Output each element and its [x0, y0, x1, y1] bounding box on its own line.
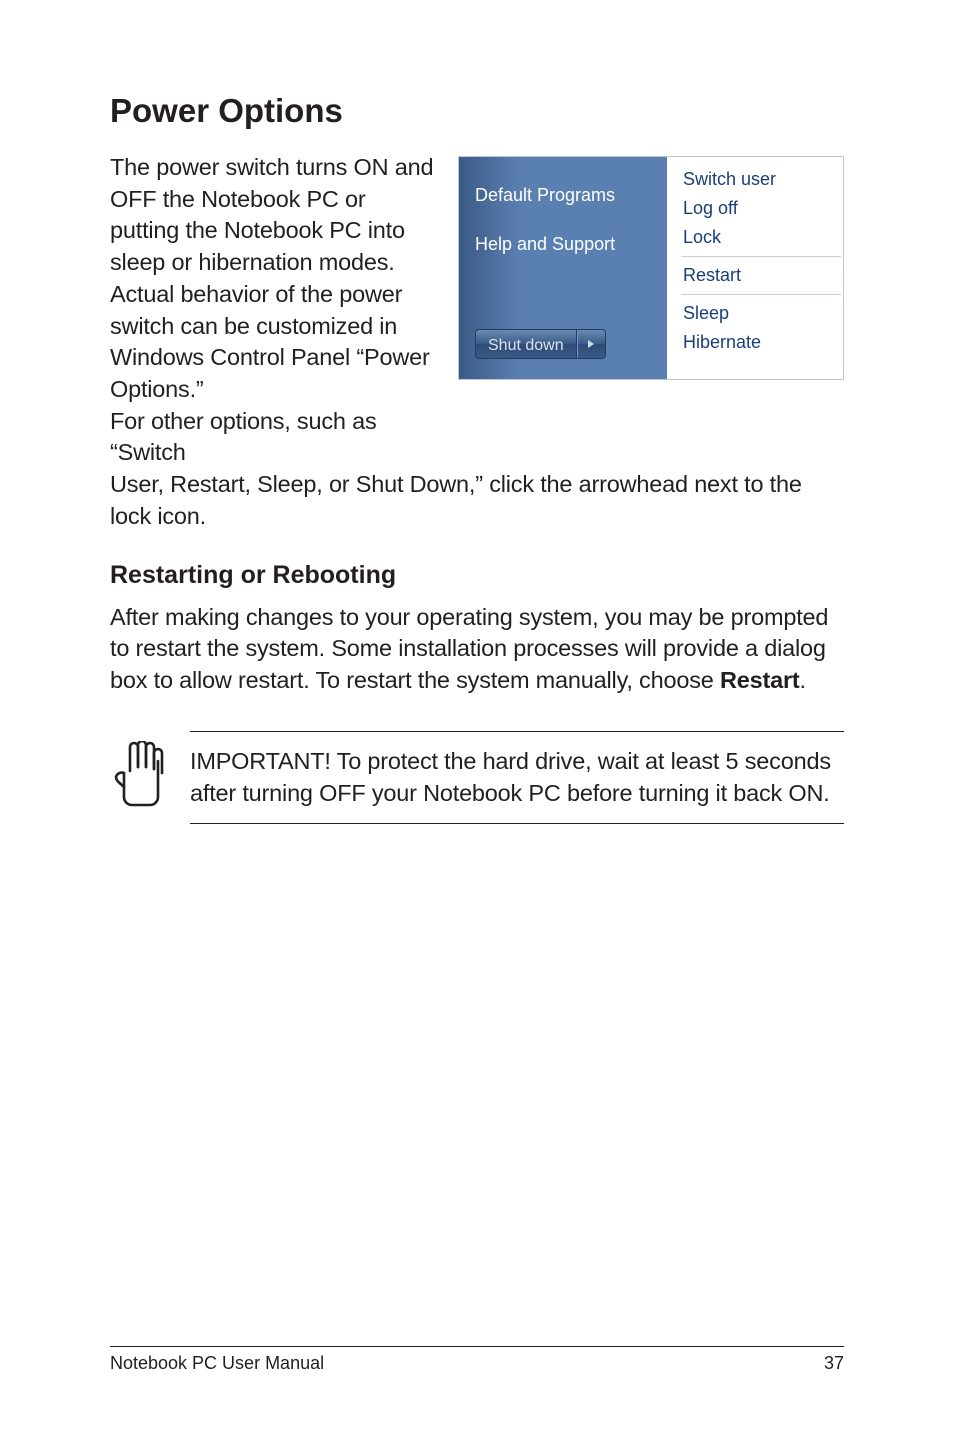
- page-title: Power Options: [110, 92, 844, 130]
- menu-item-lock[interactable]: Lock: [683, 223, 843, 252]
- page-footer: Notebook PC User Manual 37: [110, 1346, 844, 1374]
- menu-divider: [681, 294, 841, 295]
- menu-item-help-support[interactable]: Help and Support: [475, 234, 667, 255]
- triangle-right-icon: [587, 339, 595, 349]
- intro-paragraph-continuation: User, Restart, Sleep, or Shut Down,” cli…: [110, 469, 844, 532]
- menu-item-log-off[interactable]: Log off: [683, 194, 843, 223]
- restart-para-post: .: [800, 667, 806, 693]
- menu-item-hibernate[interactable]: Hibernate: [683, 328, 843, 357]
- shutdown-arrow-button[interactable]: [577, 330, 605, 358]
- intro-paragraph-part1: The power switch turns ON and OFF the No…: [110, 154, 433, 402]
- menu-item-sleep[interactable]: Sleep: [683, 299, 843, 328]
- shutdown-button-label[interactable]: Shut down: [476, 330, 577, 358]
- start-menu-figure: Default Programs Help and Support Shut d…: [458, 156, 844, 380]
- menu-item-restart[interactable]: Restart: [683, 261, 843, 290]
- intro-paragraph-part2: For other options, such as “Switch: [110, 406, 440, 469]
- restart-para-bold: Restart: [720, 667, 800, 693]
- hand-icon: [112, 741, 166, 812]
- start-menu-left-panel: Default Programs Help and Support Shut d…: [459, 157, 667, 379]
- restart-paragraph: After making changes to your operating s…: [110, 602, 844, 697]
- section-subheading: Restarting or Rebooting: [110, 561, 844, 590]
- power-submenu: Switch user Log off Lock Restart Sleep H…: [667, 157, 843, 379]
- important-note: IMPORTANT! To protect the hard drive, wa…: [112, 731, 844, 824]
- menu-divider: [681, 256, 841, 257]
- important-note-text: IMPORTANT! To protect the hard drive, wa…: [190, 731, 844, 824]
- footer-manual-title: Notebook PC User Manual: [110, 1353, 324, 1374]
- menu-item-default-programs[interactable]: Default Programs: [475, 185, 667, 206]
- footer-page-number: 37: [824, 1353, 844, 1374]
- shutdown-split-button[interactable]: Shut down: [475, 329, 606, 359]
- menu-item-switch-user[interactable]: Switch user: [683, 165, 843, 194]
